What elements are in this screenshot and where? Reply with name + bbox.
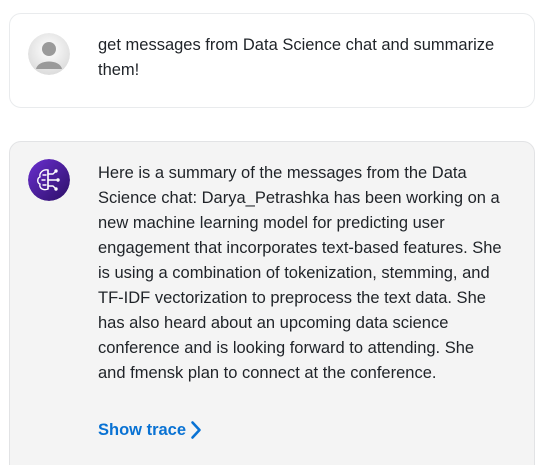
chevron-right-icon <box>190 420 202 440</box>
user-avatar-icon <box>28 33 70 75</box>
show-trace-label: Show trace <box>98 421 187 439</box>
ai-brain-icon <box>28 159 70 201</box>
show-trace-link[interactable]: Show trace <box>98 418 202 442</box>
assistant-message-text: Here is a summary of the messages from t… <box>98 164 502 382</box>
user-message: get messages from Data Science chat and … <box>9 13 535 108</box>
user-message-text: get messages from Data Science chat and … <box>98 36 495 79</box>
chat-container: get messages from Data Science chat and … <box>0 0 535 465</box>
assistant-message: Here is a summary of the messages from t… <box>9 141 535 465</box>
